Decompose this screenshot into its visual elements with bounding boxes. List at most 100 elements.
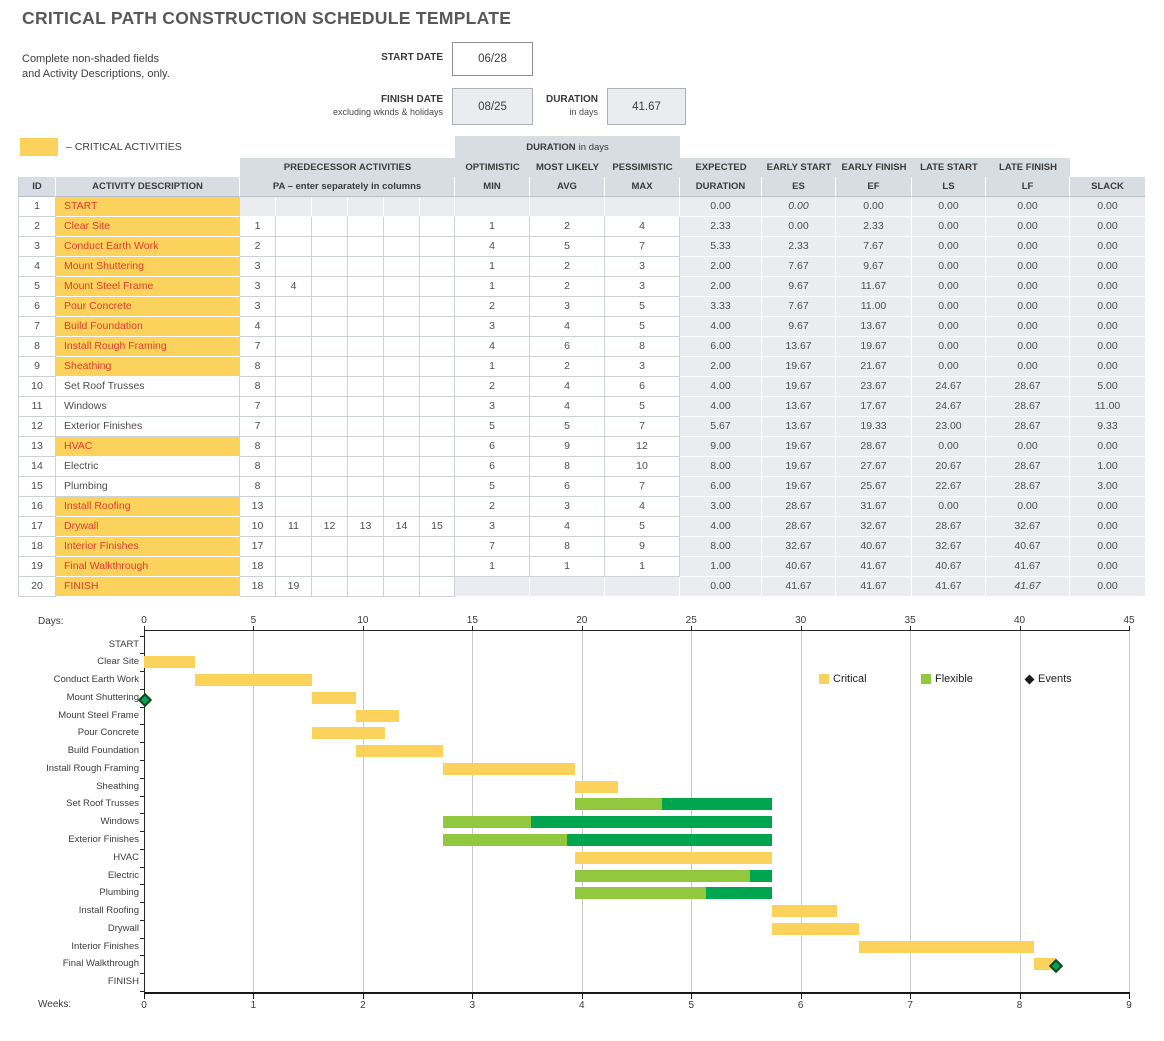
max-cell[interactable]: 8 <box>605 337 680 357</box>
avg-cell[interactable]: 3 <box>530 497 605 517</box>
pa-cell[interactable] <box>348 357 384 377</box>
min-cell[interactable]: 1 <box>455 277 530 297</box>
pa-cell[interactable] <box>348 397 384 417</box>
activity-cell[interactable]: Build Foundation <box>56 317 240 337</box>
pa-cell[interactable]: 11 <box>276 517 312 537</box>
pa-cell[interactable] <box>384 317 420 337</box>
activity-cell[interactable]: Install Rough Framing <box>56 337 240 357</box>
max-cell[interactable]: 5 <box>605 317 680 337</box>
max-cell[interactable]: 3 <box>605 357 680 377</box>
pa-cell[interactable]: 4 <box>276 277 312 297</box>
pa-cell[interactable]: 8 <box>240 437 276 457</box>
avg-cell[interactable]: 2 <box>530 277 605 297</box>
pa-cell[interactable] <box>420 237 455 257</box>
avg-cell[interactable]: 6 <box>530 337 605 357</box>
activity-cell[interactable]: Set Roof Trusses <box>56 377 240 397</box>
pa-cell[interactable] <box>420 377 455 397</box>
pa-cell[interactable]: 8 <box>240 477 276 497</box>
activity-cell[interactable]: Windows <box>56 397 240 417</box>
pa-cell[interactable]: 13 <box>348 517 384 537</box>
pa-cell[interactable] <box>384 297 420 317</box>
pa-cell[interactable] <box>312 417 348 437</box>
pa-cell[interactable] <box>420 397 455 417</box>
pa-cell[interactable] <box>348 437 384 457</box>
pa-cell[interactable] <box>420 417 455 437</box>
pa-cell[interactable]: 13 <box>240 497 276 517</box>
pa-cell[interactable] <box>348 317 384 337</box>
pa-cell[interactable] <box>312 457 348 477</box>
pa-cell[interactable]: 2 <box>240 237 276 257</box>
max-cell[interactable]: 1 <box>605 557 680 577</box>
pa-cell[interactable] <box>384 457 420 477</box>
pa-cell[interactable]: 10 <box>240 517 276 537</box>
avg-cell[interactable]: 2 <box>530 357 605 377</box>
activity-cell[interactable]: Mount Shuttering <box>56 257 240 277</box>
min-cell[interactable]: 5 <box>455 417 530 437</box>
min-cell[interactable]: 3 <box>455 517 530 537</box>
min-cell[interactable]: 6 <box>455 437 530 457</box>
pa-cell[interactable] <box>384 357 420 377</box>
activity-cell[interactable]: Pour Concrete <box>56 297 240 317</box>
pa-cell[interactable] <box>312 557 348 577</box>
pa-cell[interactable]: 3 <box>240 257 276 277</box>
min-cell[interactable]: 3 <box>455 317 530 337</box>
pa-cell[interactable] <box>420 437 455 457</box>
max-cell[interactable]: 4 <box>605 217 680 237</box>
max-cell[interactable]: 10 <box>605 457 680 477</box>
pa-cell[interactable] <box>384 537 420 557</box>
avg-cell[interactable]: 1 <box>530 557 605 577</box>
pa-cell[interactable] <box>276 477 312 497</box>
pa-cell[interactable]: 7 <box>240 417 276 437</box>
min-cell[interactable]: 3 <box>455 397 530 417</box>
min-cell[interactable]: 2 <box>455 497 530 517</box>
pa-cell[interactable]: 7 <box>240 397 276 417</box>
max-cell[interactable]: 5 <box>605 297 680 317</box>
pa-cell[interactable]: 3 <box>240 277 276 297</box>
pa-cell[interactable] <box>420 457 455 477</box>
activity-cell[interactable]: FINISH <box>56 577 240 597</box>
max-cell[interactable]: 12 <box>605 437 680 457</box>
activity-cell[interactable]: Final Walkthrough <box>56 557 240 577</box>
max-cell[interactable]: 5 <box>605 397 680 417</box>
activity-cell[interactable]: Interior Finishes <box>56 537 240 557</box>
pa-cell[interactable] <box>312 377 348 397</box>
pa-cell[interactable] <box>276 397 312 417</box>
pa-cell[interactable] <box>420 297 455 317</box>
pa-cell[interactable] <box>384 437 420 457</box>
max-cell[interactable]: 9 <box>605 537 680 557</box>
pa-cell[interactable] <box>276 437 312 457</box>
avg-cell[interactable]: 4 <box>530 517 605 537</box>
pa-cell[interactable] <box>312 577 348 597</box>
avg-cell[interactable]: 8 <box>530 537 605 557</box>
pa-cell[interactable] <box>312 257 348 277</box>
activity-cell[interactable]: START <box>56 197 240 217</box>
pa-cell[interactable] <box>276 337 312 357</box>
max-cell[interactable]: 7 <box>605 417 680 437</box>
max-cell[interactable]: 3 <box>605 277 680 297</box>
pa-cell[interactable] <box>420 337 455 357</box>
pa-cell[interactable]: 8 <box>240 457 276 477</box>
pa-cell[interactable] <box>312 337 348 357</box>
avg-cell[interactable]: 4 <box>530 317 605 337</box>
pa-cell[interactable]: 12 <box>312 517 348 537</box>
pa-cell[interactable] <box>420 577 455 597</box>
pa-cell[interactable] <box>384 397 420 417</box>
pa-cell[interactable] <box>312 217 348 237</box>
pa-cell[interactable]: 7 <box>240 337 276 357</box>
pa-cell[interactable]: 15 <box>420 517 455 537</box>
min-cell[interactable]: 1 <box>455 557 530 577</box>
activity-cell[interactable]: Drywall <box>56 517 240 537</box>
pa-cell[interactable] <box>384 577 420 597</box>
pa-cell[interactable] <box>420 357 455 377</box>
pa-cell[interactable] <box>384 217 420 237</box>
pa-cell[interactable] <box>276 377 312 397</box>
min-cell[interactable]: 1 <box>455 257 530 277</box>
pa-cell[interactable] <box>312 397 348 417</box>
pa-cell[interactable]: 8 <box>240 357 276 377</box>
pa-cell[interactable] <box>420 557 455 577</box>
pa-cell[interactable] <box>276 497 312 517</box>
avg-cell[interactable]: 2 <box>530 257 605 277</box>
pa-cell[interactable] <box>348 237 384 257</box>
min-cell[interactable]: 2 <box>455 377 530 397</box>
min-cell[interactable]: 6 <box>455 457 530 477</box>
